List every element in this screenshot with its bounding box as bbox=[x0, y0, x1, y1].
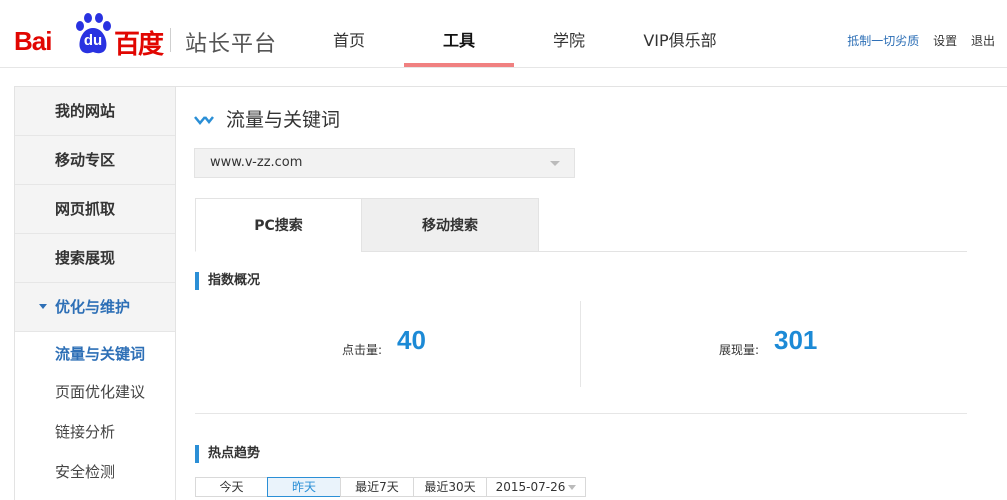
site-select[interactable]: www.v-zz.com bbox=[194, 148, 575, 178]
tab-pc-search[interactable]: PC搜索 bbox=[195, 198, 362, 252]
range-today-button[interactable]: 今天 bbox=[195, 477, 268, 497]
search-tabs: PC搜索 移动搜索 bbox=[195, 198, 967, 252]
sidebar-item-my-sites[interactable]: 我的网站 bbox=[15, 87, 175, 136]
dropdown-arrow-icon bbox=[550, 161, 560, 166]
clicks-value: 40 bbox=[397, 325, 426, 355]
dropdown-arrow-icon bbox=[568, 485, 577, 490]
page-title-text: 流量与关键词 bbox=[226, 109, 341, 131]
sidebar-item-mobile[interactable]: 移动专区 bbox=[15, 136, 175, 185]
sidebar-group-optimization[interactable]: 优化与维护 bbox=[15, 283, 175, 332]
range-30days-button[interactable]: 最近30天 bbox=[413, 477, 487, 497]
logo-bai-text: Bai bbox=[14, 26, 52, 56]
baidu-logo[interactable]: Bai du 百度 bbox=[14, 10, 164, 60]
logout-link[interactable]: 退出 bbox=[971, 34, 995, 48]
nav-academy[interactable]: 学院 bbox=[538, 0, 600, 68]
sidebar-subitem-link-analysis[interactable]: 链接分析 bbox=[15, 412, 175, 452]
nav-vip-club[interactable]: VIP俱乐部 bbox=[630, 0, 730, 68]
date-picker-value: 2015-07-26 bbox=[495, 480, 566, 494]
nav-home[interactable]: 首页 bbox=[318, 0, 380, 68]
settings-link[interactable]: 设置 bbox=[933, 34, 957, 48]
sidebar: 我的网站 移动专区 网页抓取 搜索展现 优化与维护 流量与关键词 页面优化建议 … bbox=[14, 86, 176, 500]
sidebar-subitem-traffic-keywords[interactable]: 流量与关键词 bbox=[15, 332, 175, 372]
range-yesterday-button[interactable]: 昨天 bbox=[267, 477, 341, 497]
impressions-value: 301 bbox=[774, 325, 818, 355]
sidebar-item-search-display[interactable]: 搜索展现 bbox=[15, 234, 175, 283]
stats-divider bbox=[580, 301, 581, 387]
logo-du-text: du bbox=[83, 32, 103, 49]
caret-down-icon bbox=[39, 304, 47, 309]
page-title: 流量与关键词 bbox=[196, 105, 340, 132]
top-links: 抵制一切劣质 设置 退出 bbox=[837, 32, 995, 49]
tab-mobile-search[interactable]: 移动搜索 bbox=[361, 198, 539, 252]
nav-tools[interactable]: 工具 bbox=[404, 0, 514, 68]
sidebar-group-label: 优化与维护 bbox=[55, 298, 131, 316]
stats-panel: 点击量: 40 展现量: 301 bbox=[195, 301, 967, 387]
site-select-value: www.v-zz.com bbox=[210, 155, 303, 170]
sidebar-subitem-page-optimization[interactable]: 页面优化建议 bbox=[15, 372, 175, 412]
range-7days-button[interactable]: 最近7天 bbox=[340, 477, 414, 497]
trend-title: 热点趋势 bbox=[195, 445, 260, 463]
date-picker[interactable]: 2015-07-26 bbox=[486, 477, 586, 497]
sidebar-subitem-security-check[interactable]: 安全检测 bbox=[15, 452, 175, 492]
platform-title: 站长平台 bbox=[185, 32, 278, 57]
sidebar-item-crawl[interactable]: 网页抓取 bbox=[15, 185, 175, 234]
main-content: 流量与关键词 www.v-zz.com PC搜索 移动搜索 指数概况 点击量: … bbox=[176, 86, 1007, 500]
header-divider bbox=[170, 28, 171, 52]
clicks-label: 点击量: bbox=[342, 343, 383, 357]
campaign-link[interactable]: 抵制一切劣质 bbox=[847, 34, 919, 48]
top-header: Bai du 百度 站长平台 首页 工具 学院 VIP俱乐部 抵制一切劣质 设置… bbox=[0, 0, 1007, 68]
logo-cn-text: 百度 bbox=[114, 30, 164, 60]
overview-title: 指数概况 bbox=[195, 272, 260, 290]
impressions-label: 展现量: bbox=[719, 343, 760, 357]
section-divider bbox=[195, 413, 967, 414]
